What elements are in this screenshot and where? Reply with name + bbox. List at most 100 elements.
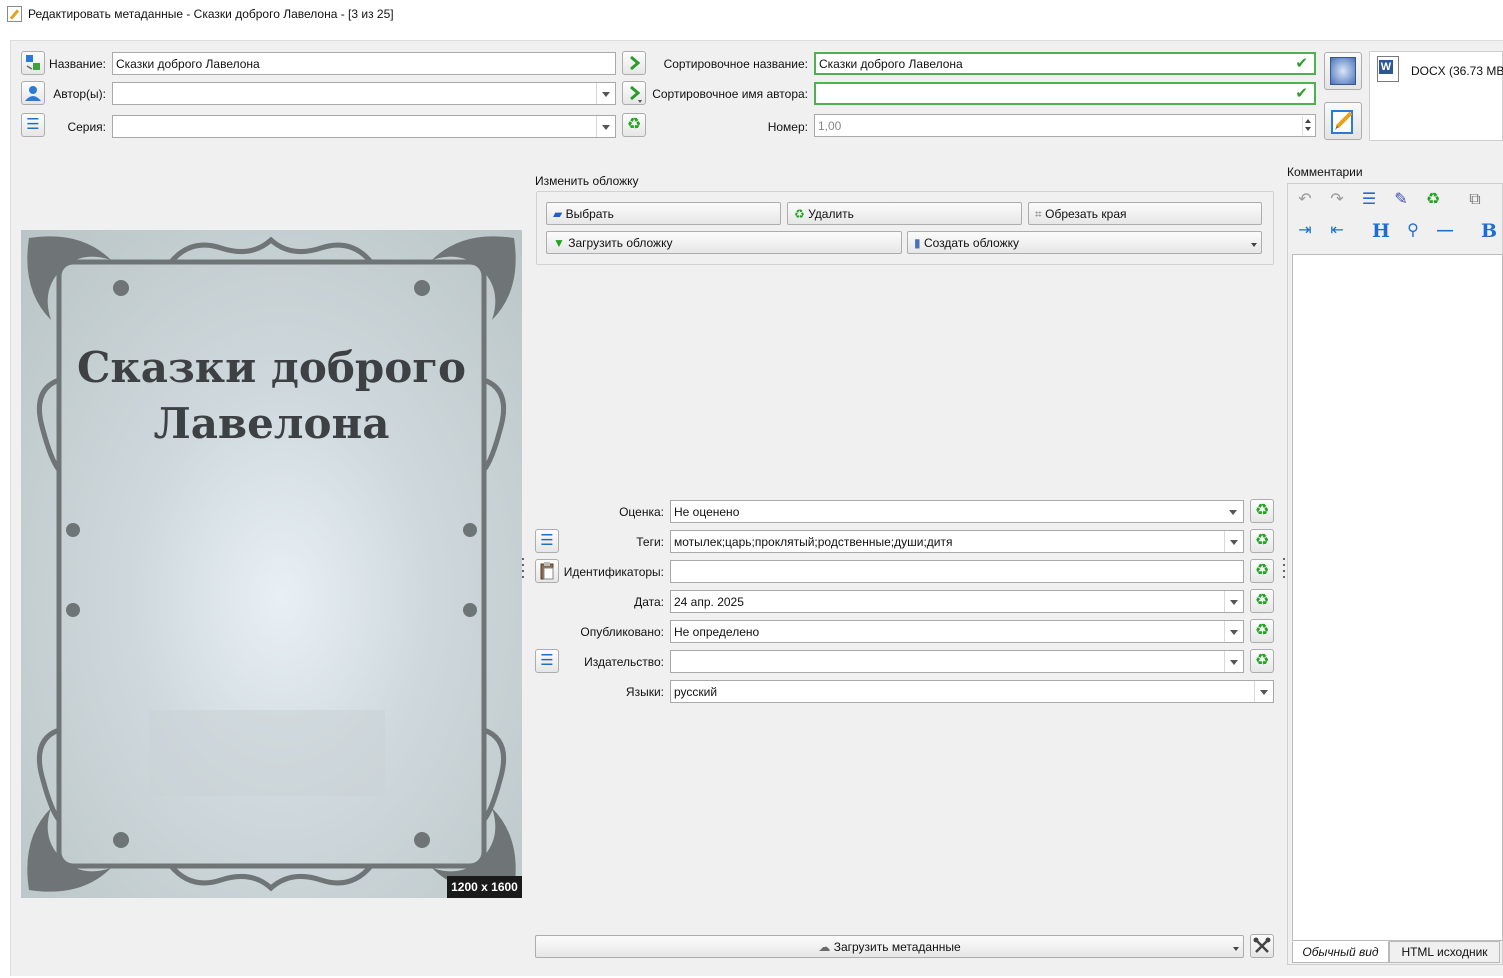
undo-icon[interactable]: ↶ — [1293, 188, 1317, 212]
comments-label: Комментарии — [1287, 165, 1363, 179]
change-cover-group-label: Изменить обложку — [535, 174, 639, 188]
right-splitter-handle[interactable] — [1282, 558, 1286, 580]
title-case-button[interactable] — [21, 51, 45, 75]
number-label: Номер: — [767, 120, 808, 134]
manage-series-button[interactable]: ☰ — [21, 113, 45, 137]
tab-html-source[interactable]: HTML исходник — [1389, 941, 1500, 963]
clear-series-button[interactable]: ♻ — [622, 113, 646, 137]
crop-icon: ⌗ — [1035, 207, 1042, 221]
sort-author-input[interactable]: ✔ — [814, 82, 1316, 105]
tab-normal-view[interactable]: Обычный вид — [1292, 941, 1389, 963]
cover-title-line2: Лавелона — [153, 399, 390, 448]
bold-icon[interactable]: B — [1477, 219, 1501, 243]
cover-dimensions-badge: 1200 x 1600 — [447, 876, 522, 898]
remove-cover-button[interactable]: ♻ Удалить — [787, 202, 1022, 225]
cover-title-line1: Сказки доброго — [76, 343, 467, 392]
person-icon — [25, 86, 41, 101]
sort-title-label: Сортировочное название: — [663, 57, 808, 71]
set-cover-from-book-button[interactable] — [1324, 52, 1362, 90]
horizontal-rule-icon[interactable]: — — [1433, 219, 1457, 243]
chevron-down-icon — [1224, 531, 1243, 552]
authors-combobox[interactable] — [112, 82, 616, 105]
swap-case-icon — [26, 55, 40, 70]
manage-tags-button[interactable]: ☰ — [535, 529, 559, 553]
download-metadata-button[interactable]: ☁ Загрузить метаданные — [535, 935, 1244, 958]
clear-published-button[interactable]: ♻ — [1250, 619, 1274, 643]
publisher-combobox[interactable] — [670, 650, 1244, 673]
published-date-edit[interactable]: Не определено — [670, 620, 1244, 643]
rating-combobox[interactable]: Не оценено — [670, 500, 1244, 523]
clear-publisher-button[interactable]: ♻ — [1250, 649, 1274, 673]
trim-cover-label: Обрезать края — [1045, 207, 1127, 221]
recycle-icon[interactable]: ♻ — [1421, 188, 1445, 212]
copy-title-to-sort-button[interactable] — [622, 51, 646, 75]
series-number-spinbox[interactable]: 1,00 — [814, 114, 1316, 137]
formats-list[interactable]: W DOCX (36.73 MB) — [1369, 51, 1503, 141]
outdent-icon[interactable]: ⇤ — [1325, 219, 1349, 243]
languages-label: Языки: — [625, 685, 664, 699]
heading-icon[interactable]: H — [1369, 219, 1393, 243]
comments-text-area[interactable] — [1292, 254, 1503, 941]
remove-cover-label: Удалить — [808, 207, 854, 221]
eraser-icon[interactable]: ✎ — [1389, 188, 1413, 212]
manage-publishers-button[interactable]: ☰ — [535, 649, 559, 673]
manage-authors-button[interactable] — [21, 81, 45, 105]
word-document-icon: W — [1377, 56, 1399, 82]
sort-title-input[interactable]: Сказки доброго Лавелона ✔ — [814, 52, 1316, 75]
date-label: Дата: — [634, 595, 664, 609]
languages-combobox[interactable]: русский — [670, 680, 1274, 703]
series-combobox[interactable] — [112, 115, 616, 138]
folder-icon: ▰ — [553, 207, 563, 221]
cover-image: Сказки доброго Лавелона — [21, 230, 522, 898]
chevron-down-icon — [596, 83, 615, 104]
generate-cover-label: Создать обложку — [923, 236, 1019, 250]
arrow-right-icon — [630, 55, 641, 71]
series-label: Серия: — [67, 120, 106, 134]
sort-author-label: Сортировочное имя автора: — [652, 87, 808, 101]
copy-icon[interactable]: ⧉ — [1463, 188, 1487, 212]
cloud-download-icon: ☁ — [818, 940, 831, 954]
format-docx-item[interactable]: DOCX (36.73 MB) — [1411, 64, 1503, 78]
clear-date-button[interactable]: ♻ — [1250, 589, 1274, 613]
title-input[interactable]: Сказки доброго Лавелона — [112, 52, 616, 75]
date-edit[interactable]: 24 апр. 2025 — [670, 590, 1244, 613]
download-arrow-icon: ▼ — [553, 236, 565, 250]
tools-icon — [1253, 937, 1271, 953]
configure-download-button[interactable] — [1250, 934, 1274, 958]
select-all-icon[interactable]: ☰ — [1357, 188, 1381, 212]
list-icon: ☰ — [540, 652, 554, 669]
recycle-icon: ♻ — [1254, 652, 1270, 669]
list-icon: ☰ — [26, 116, 40, 133]
check-icon: ✔ — [1295, 85, 1308, 102]
trim-cover-button[interactable]: ⌗ Обрезать края — [1028, 202, 1262, 225]
tags-combobox[interactable]: мотылек;царь;проклятый;родственные;души;… — [670, 530, 1244, 553]
identifiers-input[interactable] — [670, 560, 1244, 583]
recycle-icon: ♻ — [1254, 592, 1270, 609]
generate-cover-button[interactable]: ▮ Создать обложку — [907, 231, 1262, 254]
sort-title-value: Сказки доброго Лавелона — [819, 57, 963, 71]
clear-identifiers-button[interactable]: ♻ — [1250, 559, 1274, 583]
chevron-down-icon — [1224, 621, 1243, 642]
chevron-down-icon — [1224, 591, 1243, 612]
series-number-value: 1,00 — [818, 119, 842, 133]
left-splitter-handle[interactable] — [521, 558, 525, 580]
clear-rating-button[interactable]: ♻ — [1250, 499, 1274, 523]
browse-cover-button[interactable]: ▰ Выбрать — [546, 202, 781, 225]
redo-icon[interactable]: ↷ — [1325, 188, 1349, 212]
list-icon: ☰ — [540, 532, 554, 549]
edit-book-button[interactable] — [1324, 102, 1362, 140]
rating-value: Не оценено — [674, 505, 740, 519]
published-value: Не определено — [674, 625, 760, 639]
menu-arrow-icon — [1233, 947, 1239, 951]
paste-identifiers-button[interactable] — [535, 559, 559, 583]
insert-link-icon[interactable]: ⚲ — [1401, 219, 1425, 243]
recycle-icon: ♻ — [626, 116, 642, 133]
identifiers-label: Идентификаторы: — [563, 565, 664, 579]
download-cover-button[interactable]: ▼ Загрузить обложку — [546, 231, 902, 254]
tags-label: Теги: — [636, 535, 664, 549]
rating-label: Оценка: — [619, 505, 664, 519]
browse-cover-label: Выбрать — [565, 207, 614, 221]
download-metadata-label: Загрузить метаданные — [833, 940, 961, 954]
indent-icon[interactable]: ⇥ — [1293, 219, 1317, 243]
clear-tags-button[interactable]: ♻ — [1250, 529, 1274, 553]
